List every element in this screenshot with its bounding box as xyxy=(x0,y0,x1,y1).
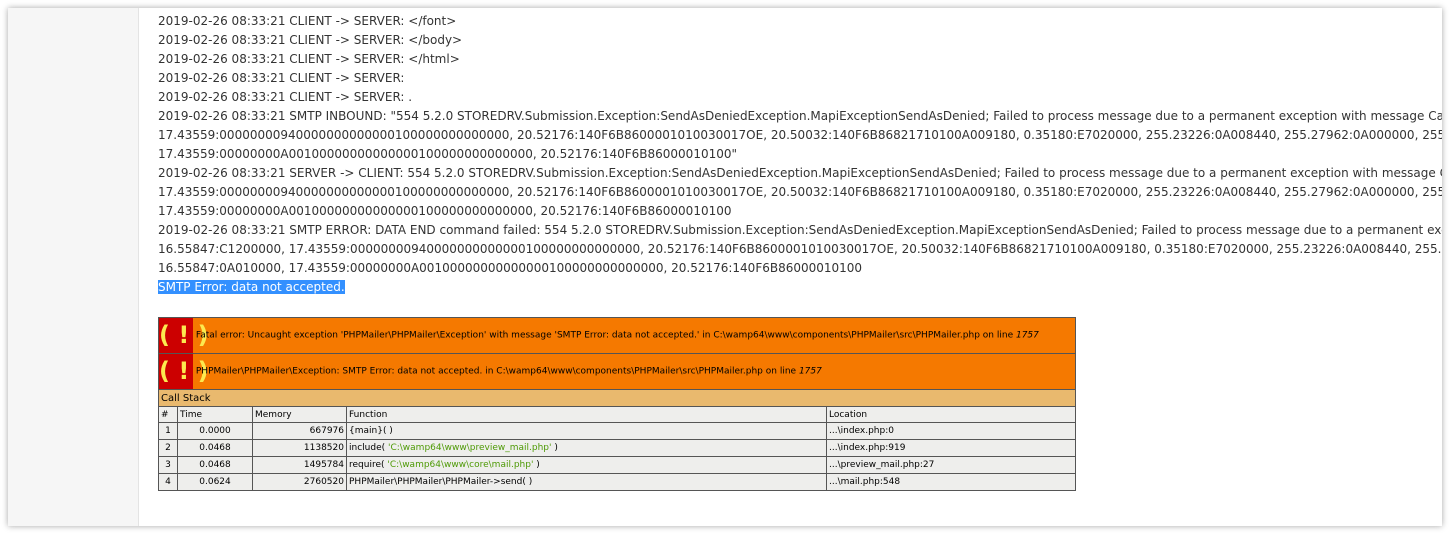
text-selection[interactable]: SMTP Error: data not accepted. xyxy=(158,280,345,294)
col-header-function: Function xyxy=(346,406,827,423)
cell-function: include( 'C:\wamp64\www\preview_mail.php… xyxy=(346,439,827,457)
cell-time: 0.0000 xyxy=(177,422,253,440)
cell-time: 0.0468 xyxy=(177,439,253,457)
cell-function: require( 'C:\wamp64\www\core\mail.php' ) xyxy=(346,456,827,474)
cell-num: 3 xyxy=(158,456,178,474)
cell-num: 2 xyxy=(158,439,178,457)
log-line: 2019-02-26 08:33:21 SERVER -> CLIENT: 55… xyxy=(158,166,1442,180)
log-line: 2019-02-26 08:33:21 CLIENT -> SERVER: </… xyxy=(158,52,460,66)
smtp-debug-log: 2019-02-26 08:33:21 CLIENT -> SERVER: </… xyxy=(158,12,1442,297)
function-arg: 'C:\wamp64\www\core\mail.php' xyxy=(387,460,534,470)
function-name: include( xyxy=(349,443,388,453)
xdebug-error-table: ( ! ) Fatal error: Uncaught exception 'P… xyxy=(158,317,1076,491)
exception-message: PHPMailer\PHPMailer\Exception: SMTP Erro… xyxy=(196,367,822,377)
col-header-memory: Memory xyxy=(252,406,347,423)
log-line: 2019-02-26 08:33:21 CLIENT -> SERVER: </… xyxy=(158,14,457,28)
log-line: 2019-02-26 08:33:21 CLIENT -> SERVER: xyxy=(158,71,405,85)
selected-error-line[interactable]: SMTP Error: data not accepted. xyxy=(158,278,1442,297)
cell-location: ...\mail.php:548 xyxy=(826,473,1076,491)
log-line: 16.55847:C1200000, 17.43559:000000009400… xyxy=(158,242,1442,256)
log-line: 17.43559:00000000A0010000000000000010000… xyxy=(158,204,732,218)
log-line: 2019-02-26 08:33:21 CLIENT -> SERVER: </… xyxy=(158,33,463,47)
col-header-num: # xyxy=(158,406,178,423)
cell-memory: 1495784 xyxy=(252,456,347,474)
function-end: ) xyxy=(551,443,558,453)
fatal-error-cell: ( ! ) Fatal error: Uncaught exception 'P… xyxy=(158,317,1076,354)
cell-location: ...\index.php:0 xyxy=(826,422,1076,440)
warning-icon: ( ! ) xyxy=(159,354,209,389)
log-line: 2019-02-26 08:33:21 CLIENT -> SERVER: . xyxy=(158,90,413,104)
fatal-error-line: 1757 xyxy=(1015,330,1039,341)
col-header-location: Location xyxy=(826,406,1076,423)
call-stack-title: Call Stack xyxy=(158,389,1076,407)
call-stack-header: Call Stack xyxy=(158,389,1076,407)
function-name: PHPMailer\PHPMailer\PHPMailer->send( ) xyxy=(349,477,533,487)
fatal-error-text: Fatal error: Uncaught exception 'PHPMail… xyxy=(195,330,1014,341)
cell-num: 1 xyxy=(158,422,178,440)
col-header-time: Time xyxy=(177,406,253,423)
table-row: 1 0.0000 667976 {main}( ) ...\index.php:… xyxy=(158,422,1076,440)
log-line: 17.43559:0000000094000000000000010000000… xyxy=(158,128,1442,142)
log-line: 2019-02-26 08:33:21 SMTP INBOUND: "554 5… xyxy=(158,109,1442,123)
main-content: 2019-02-26 08:33:21 CLIENT -> SERVER: </… xyxy=(158,12,1442,526)
left-sidebar xyxy=(8,8,139,526)
table-row: 3 0.0468 1495784 require( 'C:\wamp64\www… xyxy=(158,456,1076,474)
cell-location: ...\index.php:919 xyxy=(826,439,1076,457)
function-name: require( xyxy=(349,460,388,470)
log-line: 2019-02-26 08:33:21 SMTP ERROR: DATA END… xyxy=(158,223,1442,237)
log-line: 17.43559:0000000094000000000000010000000… xyxy=(158,185,1442,199)
cell-memory: 667976 xyxy=(252,422,347,440)
cell-num: 4 xyxy=(158,473,178,491)
function-arg: 'C:\wamp64\www\preview_mail.php' xyxy=(387,443,552,453)
table-row: 2 0.0468 1138520 include( 'C:\wamp64\www… xyxy=(158,439,1076,457)
log-line: 16.55847:0A010000, 17.43559:00000000A001… xyxy=(158,261,863,275)
cell-memory: 1138520 xyxy=(252,439,347,457)
cell-function: {main}( ) xyxy=(346,422,827,440)
cell-time: 0.0468 xyxy=(177,456,253,474)
cell-location: ...\preview_mail.php:27 xyxy=(826,456,1076,474)
cell-time: 0.0624 xyxy=(177,473,253,491)
fatal-error-message: Fatal error: Uncaught exception 'PHPMail… xyxy=(196,331,1039,341)
fatal-error-row: ( ! ) Fatal error: Uncaught exception 'P… xyxy=(158,317,1076,354)
page-frame: 2019-02-26 08:33:21 CLIENT -> SERVER: </… xyxy=(8,8,1442,526)
table-row: 4 0.0624 2760520 PHPMailer\PHPMailer\PHP… xyxy=(158,473,1076,491)
exception-cell: ( ! ) PHPMailer\PHPMailer\Exception: SMT… xyxy=(158,353,1076,390)
function-name: {main}( ) xyxy=(349,426,393,436)
exception-row: ( ! ) PHPMailer\PHPMailer\Exception: SMT… xyxy=(158,353,1076,390)
exception-line: 1757 xyxy=(798,366,822,377)
exception-text: PHPMailer\PHPMailer\Exception: SMTP Erro… xyxy=(195,366,797,377)
call-stack-columns: # Time Memory Function Location xyxy=(158,406,1076,423)
log-line: 17.43559:00000000A0010000000000000010000… xyxy=(158,147,738,161)
cell-function: PHPMailer\PHPMailer\PHPMailer->send( ) xyxy=(346,473,827,491)
warning-icon: ( ! ) xyxy=(159,318,209,353)
cell-memory: 2760520 xyxy=(252,473,347,491)
function-end: ) xyxy=(533,460,540,470)
